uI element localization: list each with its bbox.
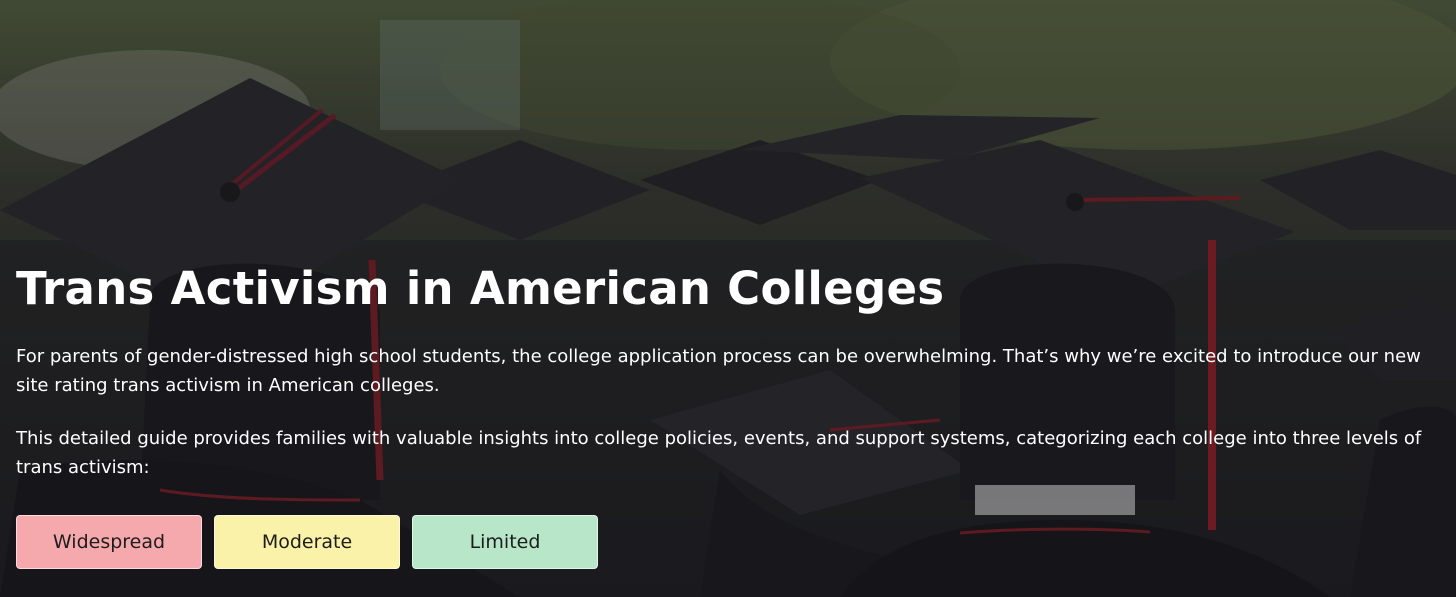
widespread-button[interactable]: Widespread [16, 515, 202, 569]
hero-content: Trans Activism in American Colleges For … [16, 258, 1446, 482]
activism-level-buttons: Widespread Moderate Limited [16, 515, 598, 569]
intro-paragraph: For parents of gender-distressed high sc… [16, 346, 1421, 396]
page-title: Trans Activism in American Colleges [16, 262, 945, 315]
moderate-button[interactable]: Moderate [214, 515, 400, 569]
limited-button[interactable]: Limited [412, 515, 598, 569]
guide-paragraph: This detailed guide provides families wi… [16, 428, 1422, 478]
hero-banner: Trans Activism in American Colleges For … [0, 0, 1456, 597]
